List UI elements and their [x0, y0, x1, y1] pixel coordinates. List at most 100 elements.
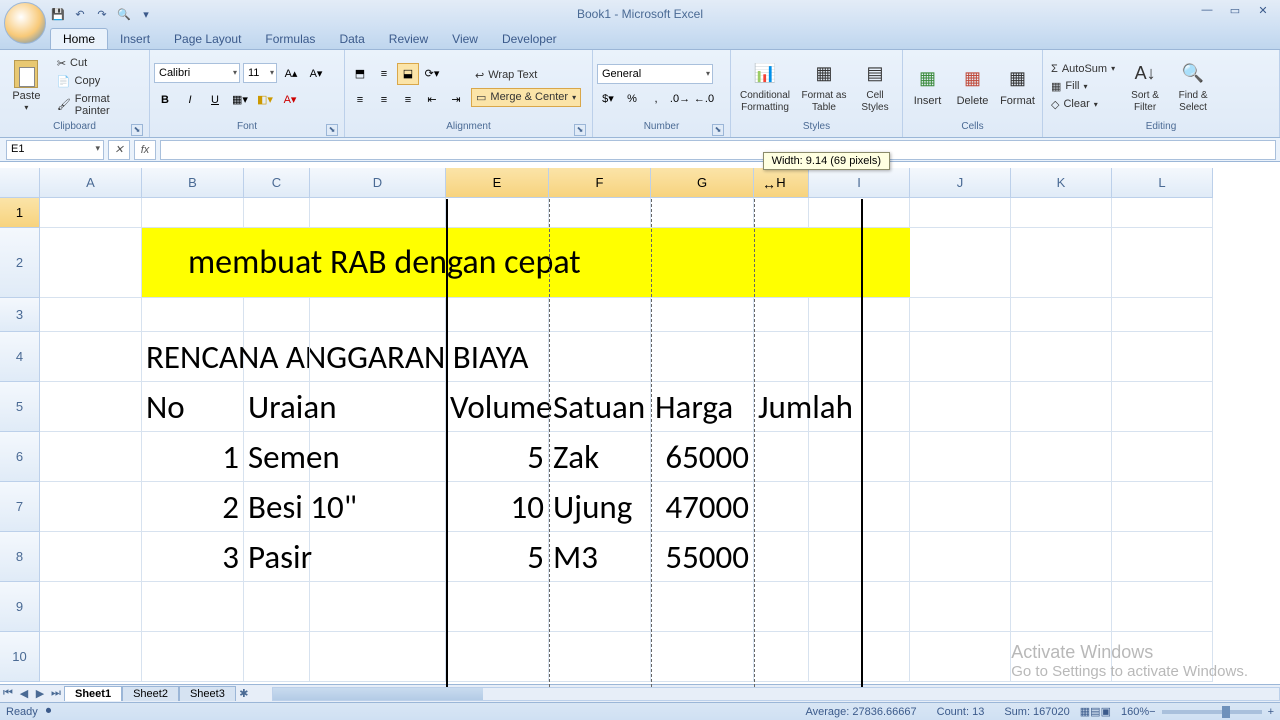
cell-E1[interactable] [446, 198, 549, 228]
cell-E3[interactable] [446, 298, 549, 332]
cell-G1[interactable] [651, 198, 754, 228]
cell-D4[interactable] [310, 332, 446, 382]
cell-C4[interactable] [244, 332, 310, 382]
cell-B4[interactable]: RENCANA ANGGARAN BIAYA [142, 332, 244, 382]
cell-H3[interactable] [754, 298, 809, 332]
new-sheet-icon[interactable]: ✱ [236, 687, 252, 700]
cell-C7[interactable]: Besi 10" [244, 482, 310, 532]
cell-G6[interactable]: 65000 [651, 432, 754, 482]
cell-I8[interactable] [809, 532, 910, 582]
cell-D10[interactable] [310, 632, 446, 682]
row-header-6[interactable]: 6 [0, 432, 40, 482]
cell-I4[interactable] [809, 332, 910, 382]
comma-icon[interactable]: , [645, 88, 667, 110]
cell-A7[interactable] [40, 482, 142, 532]
tab-first-icon[interactable]: ⏮ [0, 687, 16, 700]
row-header-8[interactable]: 8 [0, 532, 40, 582]
align-center-icon[interactable]: ≡ [373, 89, 395, 111]
cell-H6[interactable] [754, 432, 809, 482]
cell-K2[interactable] [1011, 228, 1112, 298]
cell-K9[interactable] [1011, 582, 1112, 632]
copy-button[interactable]: 📄Copy [53, 73, 145, 90]
cell-I10[interactable] [809, 632, 910, 682]
cell-F10[interactable] [549, 632, 651, 682]
font-color-button[interactable]: A▾ [279, 89, 301, 111]
tab-data[interactable]: Data [327, 29, 376, 49]
view-break-icon[interactable]: ▣ [1101, 705, 1111, 718]
zoom-in-icon[interactable]: + [1268, 706, 1274, 718]
cell-G10[interactable] [651, 632, 754, 682]
cell-H8[interactable] [754, 532, 809, 582]
restore-icon[interactable]: ▭ [1226, 4, 1244, 17]
sheet-tab-1[interactable]: Sheet1 [64, 686, 122, 701]
cell-K1[interactable] [1011, 198, 1112, 228]
formula-input[interactable] [160, 140, 1276, 160]
format-cells-button[interactable]: ▦Format [997, 54, 1038, 120]
cell-F5[interactable]: Satuan [549, 382, 651, 432]
cell-A10[interactable] [40, 632, 142, 682]
cell-J8[interactable] [910, 532, 1011, 582]
cell-A8[interactable] [40, 532, 142, 582]
cell-B8[interactable]: 3 [142, 532, 244, 582]
cell-J10[interactable] [910, 632, 1011, 682]
tab-view[interactable]: View [440, 29, 490, 49]
format-as-table-button[interactable]: ▦Format as Table [799, 54, 849, 120]
row-header-10[interactable]: 10 [0, 632, 40, 682]
cell-F1[interactable] [549, 198, 651, 228]
cell-H5[interactable]: Jumlah [754, 382, 809, 432]
font-launcher-icon[interactable]: ⬊ [326, 124, 338, 136]
cell-I1[interactable] [809, 198, 910, 228]
border-button[interactable]: ▦▾ [229, 89, 251, 111]
paste-button[interactable]: Paste▾ [4, 54, 49, 120]
row-header-7[interactable]: 7 [0, 482, 40, 532]
sort-filter-button[interactable]: A↓Sort & Filter [1123, 54, 1167, 120]
cell-F9[interactable] [549, 582, 651, 632]
cell-K6[interactable] [1011, 432, 1112, 482]
zoom-out-icon[interactable]: − [1149, 706, 1155, 718]
cell-C1[interactable] [244, 198, 310, 228]
cell-C5[interactable]: Uraian [244, 382, 310, 432]
col-header-K[interactable]: K [1011, 168, 1112, 198]
number-format-combo[interactable]: General [597, 64, 713, 84]
cell-G4[interactable] [651, 332, 754, 382]
align-right-icon[interactable]: ≡ [397, 89, 419, 111]
fill-button[interactable]: ▦Fill▾ [1047, 78, 1119, 95]
dec-decimal-icon[interactable]: ←.0 [693, 88, 715, 110]
cell-D9[interactable] [310, 582, 446, 632]
wrap-text-button[interactable]: ↩Wrap Text [471, 67, 581, 84]
cell-D5[interactable] [310, 382, 446, 432]
cell-J3[interactable] [910, 298, 1011, 332]
cell-J9[interactable] [910, 582, 1011, 632]
tab-home[interactable]: Home [50, 28, 108, 49]
cell-E8[interactable]: 5 [446, 532, 549, 582]
cell-F3[interactable] [549, 298, 651, 332]
cell-L1[interactable] [1112, 198, 1213, 228]
cell-B5[interactable]: No [142, 382, 244, 432]
cell-I9[interactable] [809, 582, 910, 632]
cell-D6[interactable] [310, 432, 446, 482]
cell-A1[interactable] [40, 198, 142, 228]
sheet-tab-2[interactable]: Sheet2 [122, 686, 179, 701]
macro-record-icon[interactable]: ⏺ [46, 705, 52, 718]
cell-J4[interactable] [910, 332, 1011, 382]
row-header-9[interactable]: 9 [0, 582, 40, 632]
cell-B10[interactable] [142, 632, 244, 682]
minimize-icon[interactable]: — [1198, 4, 1216, 17]
row-header-3[interactable]: 3 [0, 298, 40, 332]
cell-L5[interactable] [1112, 382, 1213, 432]
delete-cells-button[interactable]: ▦Delete [952, 54, 993, 120]
cell-J1[interactable] [910, 198, 1011, 228]
cell-C10[interactable] [244, 632, 310, 682]
cell-H7[interactable] [754, 482, 809, 532]
cell-B6[interactable]: 1 [142, 432, 244, 482]
cell-F4[interactable] [549, 332, 651, 382]
cell-H4[interactable] [754, 332, 809, 382]
save-icon[interactable]: 💾 [50, 6, 66, 22]
cell-D3[interactable] [310, 298, 446, 332]
cell-E9[interactable] [446, 582, 549, 632]
printpreview-icon[interactable]: 🔍 [116, 6, 132, 22]
cell-J2[interactable] [910, 228, 1011, 298]
cell-L4[interactable] [1112, 332, 1213, 382]
cell-I7[interactable] [809, 482, 910, 532]
cell-B7[interactable]: 2 [142, 482, 244, 532]
